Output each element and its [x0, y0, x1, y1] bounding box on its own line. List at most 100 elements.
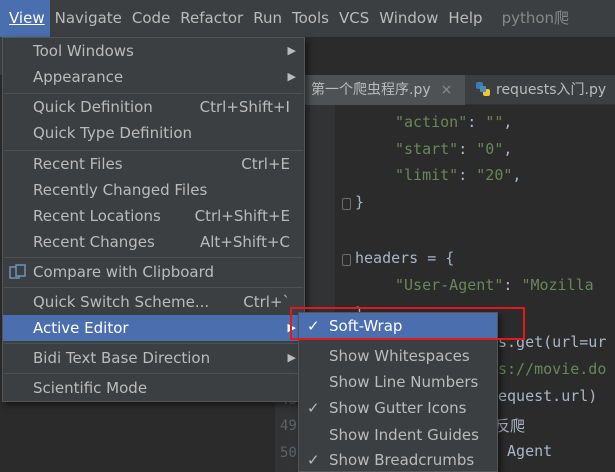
window-title: python爬	[501, 9, 570, 27]
view-menu: Tool Windows ▶ Appearance ▶ Quick Definiti…	[2, 37, 305, 402]
submenu-item-show-whitespaces[interactable]: Show Whitespaces	[299, 343, 497, 369]
menu-item-compare-with-clipboard[interactable]: Compare with Clipboard	[3, 259, 304, 285]
compare-clipboard-icon	[9, 264, 26, 279]
shortcut-label: Ctrl+Shift+E	[194, 207, 290, 225]
line-number: 50	[280, 445, 297, 461]
menu-bar: View Navigate Code Refactor Run Tools VC…	[0, 0, 615, 37]
line-number: 49	[280, 418, 297, 434]
menu-item-scientific-mode[interactable]: Scientific Mode	[3, 375, 304, 401]
close-icon[interactable]: ×	[441, 82, 453, 98]
menu-item-recent-locations[interactable]: Recent Locations Ctrl+Shift+E	[3, 203, 304, 229]
menu-refactor[interactable]: Refactor	[175, 0, 248, 37]
menu-item-active-editor[interactable]: Active Editor ▶	[3, 315, 304, 341]
code-token: headers = {	[355, 249, 455, 267]
submenu-item-show-gutter-icons[interactable]: ✓ Show Gutter Icons	[299, 395, 497, 421]
fold-marker-icon[interactable]	[342, 198, 351, 210]
menu-item-quick-type-definition[interactable]: Quick Type Definition	[3, 120, 304, 146]
shortcut-label: Alt+Shift+C	[199, 233, 290, 251]
tab-label: requests入门.py	[496, 82, 607, 98]
python-file-icon	[476, 82, 490, 96]
tab-requests-intro[interactable]: requests入门.py	[475, 75, 615, 105]
menu-item-label: Bidi Text Base Direction	[33, 349, 211, 367]
menu-item-label: Scientific Mode	[33, 379, 148, 397]
menu-separator	[4, 343, 303, 344]
submenu-item-show-breadcrumbs[interactable]: ✓ Show Breadcrumbs	[299, 447, 497, 472]
menu-help[interactable]: Help	[443, 0, 487, 37]
code-line: "action": "",	[395, 113, 512, 131]
code-line: }	[355, 193, 364, 211]
code-line: "start": "0",	[395, 140, 512, 158]
annotation-highlight-box	[290, 307, 525, 340]
editor-tabs: 第一个爬虫程序.py × requests入门.py	[305, 75, 615, 105]
menu-separator	[4, 373, 303, 374]
string-token: "limit"	[395, 166, 459, 184]
menu-item-label: Recent Changes	[33, 233, 155, 251]
string-token: "start"	[395, 140, 459, 158]
code-line: headers = {	[355, 249, 454, 267]
code-line: s://movie.do	[498, 360, 606, 378]
menu-code[interactable]: Code	[127, 0, 175, 37]
menu-run[interactable]: Run	[248, 0, 287, 37]
code-token: }	[355, 193, 365, 211]
shortcut-label: Ctrl+`	[243, 293, 290, 311]
menu-item-recently-changed-files[interactable]: Recently Changed Files	[3, 177, 304, 203]
tab-first-crawler[interactable]: 第一个爬虫程序.py ×	[305, 75, 465, 105]
fold-marker-icon[interactable]	[342, 254, 351, 266]
menu-item-bidi-text-base-direction[interactable]: Bidi Text Base Direction ▶	[3, 345, 304, 371]
code-line: "User-Agent": "Mozilla	[395, 276, 594, 294]
menu-item-recent-changes[interactable]: Recent Changes Alt+Shift+C	[3, 229, 304, 255]
submenu-item-show-line-numbers[interactable]: Show Line Numbers	[299, 369, 497, 395]
menu-view-label: View	[9, 9, 45, 27]
code-token: :	[467, 113, 486, 131]
check-icon: ✓	[307, 399, 320, 417]
string-token: ""	[485, 113, 504, 131]
menu-item-tool-windows[interactable]: Tool Windows ▶	[3, 38, 304, 64]
menu-item-label: Appearance	[33, 68, 124, 86]
code-token: :	[458, 166, 477, 184]
menu-item-label: Recently Changed Files	[33, 181, 208, 199]
menu-navigate[interactable]: Navigate	[50, 0, 127, 37]
code-line: equest.url)	[498, 387, 597, 405]
menu-item-label: Compare with Clipboard	[33, 263, 215, 281]
submenu-item-label: Show Breadcrumbs	[329, 451, 475, 469]
submenu-item-label: Show Line Numbers	[329, 373, 479, 391]
submenu-arrow-icon: ▶	[287, 351, 296, 364]
menu-separator	[4, 257, 303, 258]
menu-item-label: Tool Windows	[33, 42, 134, 60]
menu-item-recent-files[interactable]: Recent Files Ctrl+E	[3, 151, 304, 177]
check-icon: ✓	[307, 451, 320, 469]
menu-item-label: Quick Switch Scheme...	[33, 293, 210, 311]
menu-window[interactable]: Window	[374, 0, 443, 37]
string-token: "User-Agent"	[395, 276, 504, 294]
code-token: ,	[512, 166, 522, 184]
menu-item-label: Recent Locations	[33, 207, 161, 225]
string-token: "action"	[395, 113, 468, 131]
code-token: Agent	[498, 442, 553, 460]
code-line: "limit": "20",	[395, 166, 521, 184]
submenu-arrow-icon: ▶	[287, 44, 296, 57]
menu-item-quick-definition[interactable]: Quick Definition Ctrl+Shift+I	[3, 94, 304, 120]
code-token: equest.url)	[498, 387, 598, 405]
menu-item-appearance[interactable]: Appearance ▶	[3, 64, 304, 90]
menu-tools[interactable]: Tools	[287, 0, 334, 37]
submenu-item-label: Show Whitespaces	[329, 347, 470, 365]
string-token: "0"	[476, 140, 504, 158]
menu-item-label: Quick Type Definition	[33, 124, 193, 142]
menu-view[interactable]: View	[0, 0, 50, 37]
code-token: ,	[503, 140, 513, 158]
tab-label: 第一个爬虫程序.py	[311, 82, 431, 98]
string-token: s://movie.do	[498, 360, 607, 378]
string-token: "Mozilla	[521, 276, 594, 294]
menu-item-label: Active Editor	[33, 319, 129, 337]
menu-item-label: Recent Files	[33, 155, 123, 173]
shortcut-label: Ctrl+Shift+I	[199, 98, 290, 116]
submenu-item-show-indent-guides[interactable]: Show Indent Guides	[299, 422, 497, 448]
menu-item-quick-switch-scheme[interactable]: Quick Switch Scheme... Ctrl+`	[3, 289, 304, 315]
code-token: :	[503, 276, 522, 294]
string-token: "20"	[476, 166, 513, 184]
submenu-arrow-icon: ▶	[287, 70, 296, 83]
submenu-item-label: Show Gutter Icons	[329, 399, 467, 417]
submenu-item-label: Show Indent Guides	[329, 426, 479, 444]
menu-vcs[interactable]: VCS	[334, 0, 374, 37]
code-token: ,	[503, 113, 513, 131]
